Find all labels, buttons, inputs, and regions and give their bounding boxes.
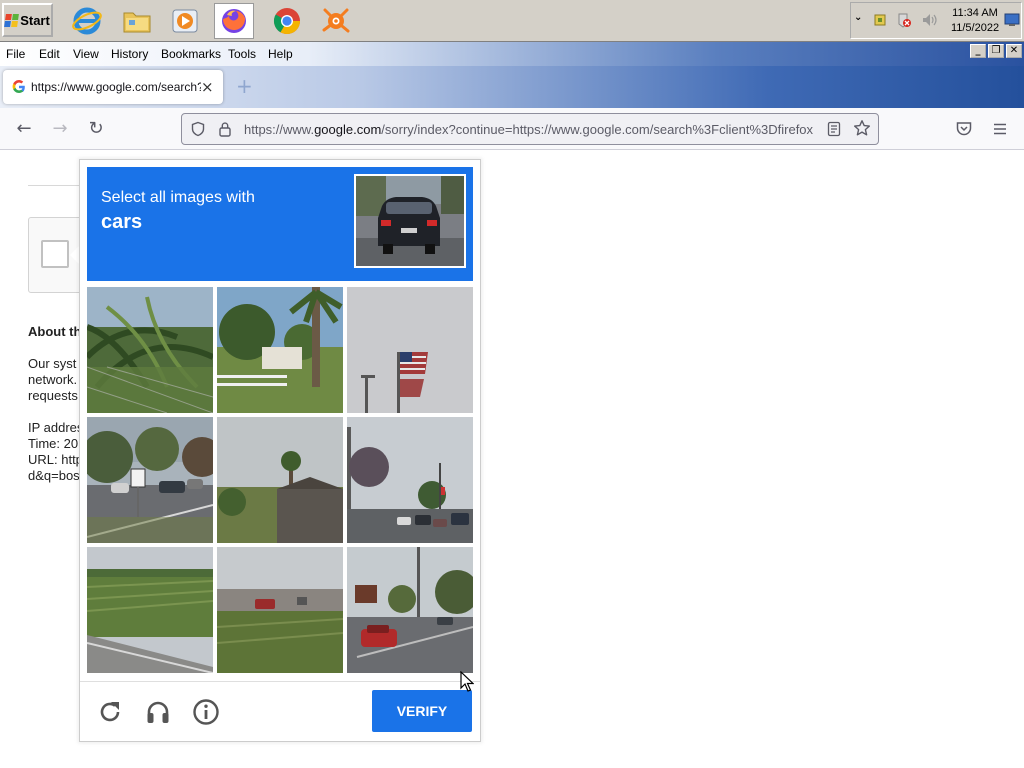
info-icon[interactable] [192,698,220,726]
clock-time: 11:34 AM [952,7,998,19]
reload-icon[interactable] [96,698,124,726]
reload-page-icon[interactable]: ↻ [86,119,106,139]
mouse-cursor-icon [460,670,475,698]
file-explorer-icon[interactable] [117,3,157,39]
challenge-header: Select all images with cars [87,167,473,281]
hamburger-menu-icon[interactable] [991,120,1009,143]
pocket-icon[interactable] [955,120,973,143]
show-desktop-icon[interactable] [1004,13,1020,32]
tile-american-flag[interactable] [347,287,473,413]
tile-intersection-cars[interactable] [347,417,473,543]
tile-palm-tree-building[interactable] [217,417,343,543]
sample-image-car [354,174,466,268]
challenge-target: cars [101,211,143,233]
restore-icon[interactable]: ❐ [988,44,1004,58]
window-controls: _ ❐ ✕ [970,44,1022,58]
recaptcha-challenge: Select all images with cars VERIFY [79,159,481,742]
navigation-toolbar: ← → ↻ https://www.google.com/sorry/index… [0,108,1024,150]
tile-road-sign-cars[interactable] [87,417,213,543]
tile-street-red-car[interactable] [347,547,473,673]
close-window-icon[interactable]: ✕ [1006,44,1022,58]
media-player-icon[interactable] [165,3,205,39]
system-tray: ⌄ 11:34 AM 11/5/2022 [850,2,1022,39]
menu-view[interactable]: View [73,47,99,61]
challenge-footer-divider [80,681,480,682]
lock-icon[interactable] [218,121,232,142]
new-tab-icon[interactable]: + [236,74,253,98]
url-text[interactable]: https://www.google.com/sorry/index?conti… [244,122,819,137]
clock[interactable]: 11:34 AM 11/5/2022 [947,6,1003,36]
url-domain: google.com [314,122,382,137]
tab-strip: https://www.google.com/search?cl × + [0,66,1024,108]
tab-google-search[interactable]: https://www.google.com/search?cl × [3,70,223,104]
chevron-down-icon[interactable]: ⌄ [854,12,862,23]
image-grid [87,287,473,673]
verify-button[interactable]: VERIFY [372,690,472,732]
menu-file[interactable]: File [6,47,25,61]
menu-help[interactable]: Help [268,47,293,61]
google-favicon-icon [12,80,26,99]
menu-bookmarks[interactable]: Bookmarks [161,47,221,61]
tab-title: https://www.google.com/search?cl [31,80,201,94]
menu-bar: File Edit View History Bookmarks Tools H… [0,42,1024,66]
taskbar: Start ⌄ 11:34 AM 11/5/2022 [0,0,1024,42]
forward-icon[interactable]: → [50,119,70,139]
avast-icon[interactable] [316,3,356,39]
start-label: Start [20,12,50,28]
back-icon[interactable]: ← [14,119,34,139]
url-path: /sorry/index?continue=https://www.google… [381,122,814,137]
tile-palm-trees-house[interactable] [217,287,343,413]
chrome-icon[interactable] [267,3,307,39]
tile-grass-field-road[interactable] [87,547,213,673]
url-prefix: https://www. [244,122,315,137]
minimize-icon[interactable]: _ [970,44,986,58]
tracking-shield-icon[interactable] [190,121,206,142]
tile-palm-fronds-fence[interactable] [87,287,213,413]
volume-icon[interactable] [921,11,939,34]
recaptcha-checkbox[interactable] [41,240,69,268]
firefox-icon[interactable] [214,3,254,39]
security-alert-icon[interactable] [896,12,912,33]
tile-field-red-car[interactable] [217,547,343,673]
start-button[interactable]: Start [2,3,53,37]
network-icon[interactable] [873,12,889,33]
menu-history[interactable]: History [111,47,148,61]
challenge-instruction: Select all images with [101,189,255,206]
audio-challenge-icon[interactable] [144,698,172,726]
reader-view-icon[interactable] [827,121,841,142]
menu-edit[interactable]: Edit [39,47,60,61]
url-bar[interactable]: https://www.google.com/sorry/index?conti… [181,113,879,145]
windows-flag-icon [4,13,20,27]
menu-tools[interactable]: Tools [228,47,256,61]
tab-close-icon[interactable]: × [201,78,214,96]
internet-explorer-icon[interactable] [67,3,107,39]
clock-date: 11/5/2022 [950,22,1000,34]
bookmark-star-icon[interactable] [853,119,871,142]
